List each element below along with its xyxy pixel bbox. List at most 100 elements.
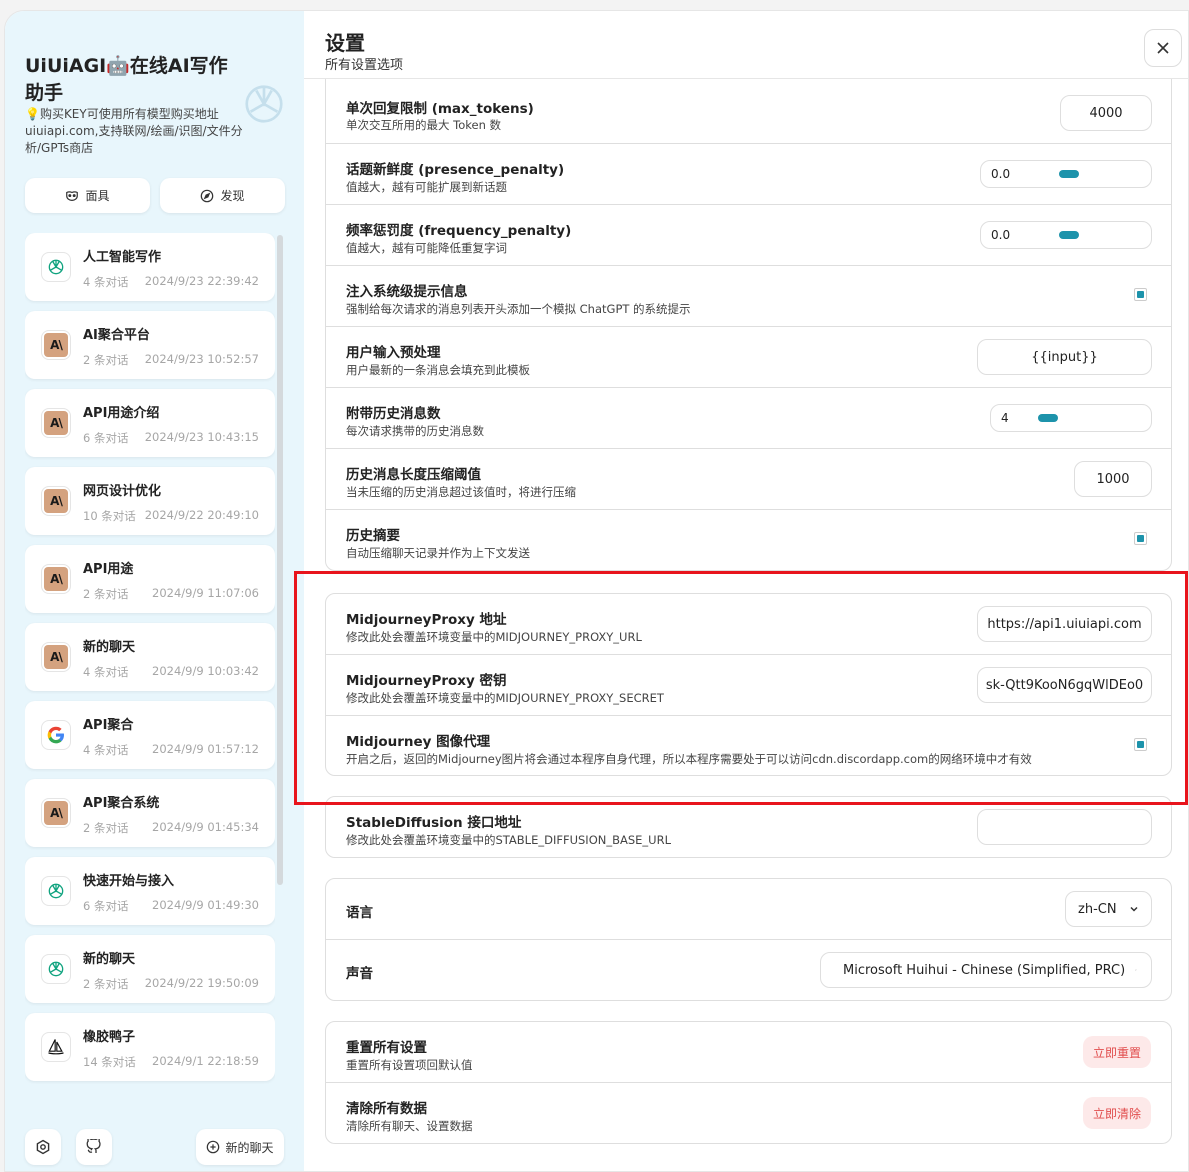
chat-message-count: 6 条对话	[83, 899, 129, 913]
chat-message-count: 4 条对话	[83, 665, 129, 679]
discover-button-label: 发现	[220, 189, 245, 203]
history-count-desc: 每次请求携带的历史消息数	[346, 424, 484, 438]
chat-list-item[interactable]: 橡胶鸭子 14 条对话 2024/9/1 22:18:59	[25, 1013, 275, 1081]
danger-zone-card: 重置所有设置 重置所有设置项回默认值 立即重置 清除所有数据 清除所有聊天、设置…	[325, 1021, 1172, 1144]
chat-list-item[interactable]: A\ API聚合系统 2 条对话 2024/9/9 01:45:34	[25, 779, 275, 847]
chat-list-item[interactable]: 快速开始与接入 6 条对话 2024/9/9 01:49:30	[25, 857, 275, 925]
chat-title: 快速开始与接入	[83, 874, 175, 889]
chat-list-item[interactable]: A\ API用途介绍 6 条对话 2024/9/23 10:43:15	[25, 389, 275, 457]
chat-list-item[interactable]: 人工智能写作 4 条对话 2024/9/23 22:39:42	[25, 233, 275, 301]
chat-message-count: 10 条对话	[83, 509, 136, 523]
reset-title: 重置所有设置	[346, 1040, 427, 1056]
presence-penalty-slider[interactable]: 0.0	[980, 160, 1152, 188]
mj-proxy-url-input[interactable]: https://api1.uiuiapi.com	[977, 606, 1152, 642]
mj-proxy-secret-input[interactable]: sk-Qtt9KooN6gqWlDEo0	[977, 667, 1152, 703]
reset-button[interactable]: 立即重置	[1082, 1036, 1151, 1068]
chat-avatar	[41, 954, 71, 984]
history-summary-checkbox[interactable]	[1134, 532, 1147, 545]
google-icon	[47, 726, 64, 744]
mask-icon	[66, 190, 79, 201]
github-icon	[86, 1139, 101, 1153]
history-count-title: 附带历史消息数	[346, 406, 441, 422]
frequency-penalty-value: 0.0	[991, 228, 1011, 242]
history-summary-title: 历史摘要	[346, 528, 400, 544]
page-title: 设置	[325, 31, 365, 55]
mj-proxy-url-desc: 修改此处会覆盖环境变量中的MIDJOURNEY_PROXY_URL	[346, 630, 642, 644]
language-select[interactable]: zh-CN	[1065, 891, 1152, 927]
language-label: 语言	[346, 905, 373, 921]
compress-threshold-input[interactable]: 1000	[1074, 461, 1152, 497]
frequency-penalty-thumb[interactable]	[1059, 231, 1079, 239]
stable-diffusion-card: StableDiffusion 接口地址 修改此处会覆盖环境变量中的STABLE…	[325, 796, 1172, 858]
app-window: UiUiAGI🤖在线AI写作助手 💡购买KEY可使用所有模型购买地址uiuiap…	[4, 10, 1189, 1172]
close-icon	[1157, 42, 1169, 54]
max-tokens-title: 单次回复限制 (max_tokens)	[346, 101, 534, 117]
chat-avatar: A\	[41, 486, 71, 516]
compass-icon	[201, 189, 214, 202]
setting-clear: 清除所有数据 清除所有聊天、设置数据 立即清除	[326, 1083, 1171, 1143]
chat-date: 2024/9/9 01:57:12	[152, 742, 259, 756]
presence-penalty-thumb[interactable]	[1059, 170, 1079, 178]
chat-date: 2024/9/9 10:03:42	[152, 664, 259, 678]
chat-list-scrollbar[interactable]	[277, 235, 283, 885]
chat-list-item[interactable]: A\ 网页设计优化 10 条对话 2024/9/22 20:49:10	[25, 467, 275, 535]
chat-list-item[interactable]: A\ AI聚合平台 2 条对话 2024/9/23 10:52:57	[25, 311, 275, 379]
presence-penalty-desc: 值越大，越有可能扩展到新话题	[346, 180, 507, 194]
chat-date: 2024/9/22 20:49:10	[144, 508, 259, 522]
chat-avatar: A\	[41, 564, 71, 594]
mask-button[interactable]: 面具	[25, 178, 150, 213]
setting-inject-system-prompt: 注入系统级提示信息 强制给每次请求的消息列表开头添加一个模拟 ChatGPT 的…	[326, 266, 1171, 327]
chat-avatar	[41, 720, 71, 750]
sd-url-input[interactable]	[977, 809, 1152, 845]
anthropic-icon: A\	[44, 645, 68, 669]
chat-title: 人工智能写作	[83, 250, 162, 265]
voice-select[interactable]: Microsoft Huihui - Chinese (Simplified, …	[820, 952, 1152, 988]
brand-subtitle: 💡购买KEY可使用所有模型购买地址uiuiapi.com,支持联网/绘画/识图/…	[25, 107, 243, 155]
chat-message-count: 2 条对话	[83, 353, 129, 367]
input-template-desc: 用户最新的一条消息会填充到此模板	[346, 363, 530, 377]
clear-desc: 清除所有聊天、设置数据	[346, 1119, 473, 1133]
chat-list-item[interactable]: A\ API用途 2 条对话 2024/9/9 11:07:06	[25, 545, 275, 613]
history-count-slider[interactable]: 4	[990, 404, 1152, 432]
frequency-penalty-slider[interactable]: 0.0	[980, 221, 1152, 249]
setting-history-summary: 历史摘要 自动压缩聊天记录并作为上下文发送	[326, 510, 1171, 570]
chat-date: 2024/9/23 22:39:42	[144, 274, 259, 288]
page-subtitle: 所有设置选项	[325, 58, 404, 73]
setting-mj-image-proxy: Midjourney 图像代理 开启之后，返回的Midjourney图片将会通过…	[326, 716, 1171, 775]
clear-button[interactable]: 立即清除	[1082, 1097, 1151, 1129]
anthropic-icon: A\	[44, 489, 68, 513]
sidebar: UiUiAGI🤖在线AI写作助手 💡购买KEY可使用所有模型购买地址uiuiap…	[5, 11, 304, 1171]
chat-list-item[interactable]: 新的聊天 2 条对话 2024/9/22 19:50:09	[25, 935, 275, 1003]
mj-image-proxy-title: Midjourney 图像代理	[346, 734, 491, 750]
setting-history-count: 附带历史消息数 每次请求携带的历史消息数 4	[326, 388, 1171, 449]
chat-title: 网页设计优化	[83, 484, 162, 499]
history-count-thumb[interactable]	[1038, 414, 1058, 422]
chat-avatar	[41, 1032, 71, 1062]
chat-title: API聚合系统	[83, 796, 160, 811]
setting-language: 语言 zh-CN	[326, 879, 1171, 940]
inject-system-checkbox[interactable]	[1134, 288, 1147, 301]
max-tokens-input[interactable]: 4000	[1060, 95, 1152, 131]
github-button[interactable]	[76, 1129, 112, 1165]
setting-sd-url: StableDiffusion 接口地址 修改此处会覆盖环境变量中的STABLE…	[326, 797, 1171, 857]
chat-avatar	[41, 876, 71, 906]
input-template-input[interactable]: {{input}}	[977, 339, 1152, 375]
chat-list-item[interactable]: API聚合 4 条对话 2024/9/9 01:57:12	[25, 701, 275, 769]
mj-image-proxy-checkbox[interactable]	[1134, 738, 1147, 751]
chat-avatar: A\	[41, 408, 71, 438]
chat-message-count: 4 条对话	[83, 275, 129, 289]
chevron-down-icon	[1135, 969, 1137, 971]
settings-header: 设置 所有设置选项	[304, 11, 1188, 79]
language-value: zh-CN	[1078, 901, 1117, 917]
setting-reset: 重置所有设置 重置所有设置项回默认值 立即重置	[326, 1022, 1171, 1083]
close-button[interactable]	[1144, 29, 1182, 67]
max-tokens-desc: 单次交互所用的最大 Token 数	[346, 118, 502, 132]
chat-list-item[interactable]: A\ 新的聊天 4 条对话 2024/9/9 10:03:42	[25, 623, 275, 691]
discover-button[interactable]: 发现	[160, 178, 285, 213]
chat-date: 2024/9/9 11:07:06	[152, 586, 259, 600]
settings-button[interactable]	[25, 1129, 61, 1165]
new-chat-button[interactable]: 新的聊天	[196, 1129, 284, 1165]
frequency-penalty-desc: 值越大，越有可能降低重复字词	[346, 241, 507, 255]
compress-threshold-desc: 当未压缩的历史消息超过该值时，将进行压缩	[346, 485, 576, 499]
mj-proxy-secret-title: MidjourneyProxy 密钥	[346, 673, 507, 689]
